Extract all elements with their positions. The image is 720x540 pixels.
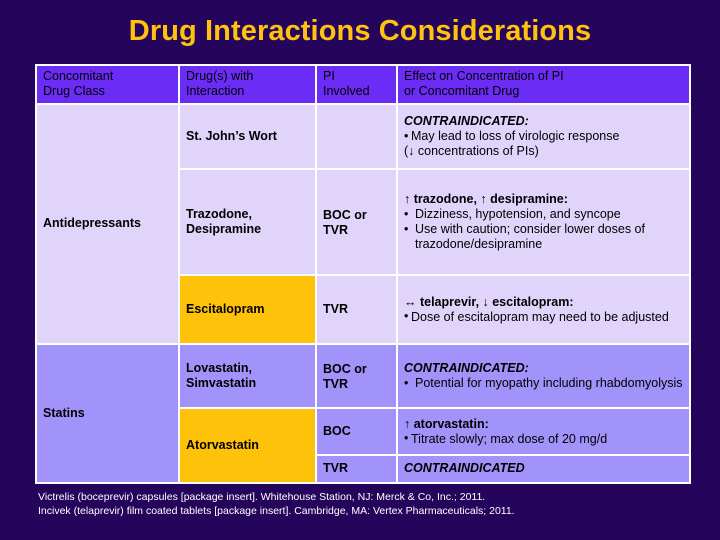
column-header-effect: Effect on Concentration of PI or Concomi… — [398, 66, 689, 103]
cell-drug-trazodone-desipramine-text: Trazodone, Desipramine — [186, 206, 262, 236]
list-item: May lead to loss of virologic response — [404, 129, 684, 144]
reference-line-2: Incivek (telaprevir) film coated tablets… — [38, 505, 515, 517]
column-header-effect-line1: Effect on Concentration of PI — [404, 69, 564, 83]
list-item: Dizziness, hypotension, and syncope — [404, 207, 684, 222]
cell-pi-trazodone-desipramine: BOC or TVR — [317, 170, 396, 274]
effect-bullet-list: Dose of escitalopram may need to be adju… — [404, 309, 684, 325]
effect-bullet-list: Potential for myopathy including rhabdom… — [404, 376, 684, 391]
cell-drug-lovastatin-simvastatin: Lovastatin, Simvastatin — [180, 345, 315, 407]
list-item: Dose of escitalopram may need to be adju… — [404, 309, 684, 325]
table-header-row: Concomitant Drug Class Drug(s) with Inte… — [37, 66, 689, 103]
effect-title: CONTRAINDICATED — [404, 461, 525, 475]
effect-title: ↑ atorvastatin: — [404, 416, 489, 431]
column-header-pi-line2: Involved — [323, 84, 370, 98]
cell-drug-class-antidepressants: Antidepressants — [37, 105, 178, 343]
effect-bullet-list: May lead to loss of virologic response — [404, 129, 684, 144]
slide: Drug Interactions Considerations Concomi… — [0, 0, 720, 540]
column-header-pi-involved: PI Involved — [317, 66, 396, 103]
column-header-drug-class-line2: Drug Class — [43, 84, 105, 98]
cell-effect-lovastatin-simvastatin: CONTRAINDICATED: Potential for myopathy … — [398, 345, 689, 407]
table-row: Statins Lovastatin, Simvastatin BOC or TVR… — [37, 345, 689, 482]
cell-drug-escitalopram-highlighted: Escitalopram — [180, 276, 315, 343]
effect-bullet-list: Titrate slowly; max dose of 20 mg/d — [404, 431, 684, 447]
table-row: Antidepressants St. John’s Wort CONTRAIN… — [37, 105, 689, 343]
column-header-drug-class: Concomitant Drug Class — [37, 66, 178, 103]
drug-interactions-table: Concomitant Drug Class Drug(s) with Inte… — [35, 64, 691, 484]
column-header-effect-line2: or Concomitant Drug — [404, 84, 520, 98]
effect-title: CONTRAINDICATED: — [404, 114, 529, 128]
cell-effect-escitalopram: ↔ telaprevir, ↓ escitalopram: Dose of es… — [398, 276, 689, 343]
cell-effect-atorvastatin: ↑ atorvastatin: Titrate slowly; max dose… — [398, 409, 689, 454]
reference-footnote: Victrelis (boceprevir) capsules [package… — [38, 490, 698, 518]
list-item: Potential for myopathy including rhabdom… — [404, 376, 684, 391]
cell-pi-atorvastatin-boc: BOC — [317, 409, 396, 454]
reference-line-1: Victrelis (boceprevir) capsules [package… — [38, 491, 486, 503]
column-header-drugs-with-interaction: Drug(s) with Interaction — [180, 66, 315, 103]
effect-title: ↑ trazodone, ↑ desipramine: — [404, 192, 568, 206]
column-header-pi-line1: PI — [323, 69, 335, 83]
cell-pi-st-johns-wort — [317, 105, 396, 168]
list-item: Titrate slowly; max dose of 20 mg/d — [404, 431, 684, 447]
cell-effect-st-johns-wort: CONTRAINDICATED: May lead to loss of vir… — [398, 105, 689, 168]
cell-effect-atorvastatin-tvr: CONTRAINDICATED — [398, 456, 689, 482]
cell-pi-lovastatin-simvastatin: BOC or TVR — [317, 345, 396, 407]
column-header-drugs-line2: Interaction — [186, 84, 245, 98]
cell-drug-lovastatin-simvastatin-text: Lovastatin, Simvastatin — [186, 360, 257, 390]
cell-drug-trazodone-desipramine: Trazodone, Desipramine — [180, 170, 315, 274]
list-item: Use with caution; consider lower doses o… — [404, 222, 684, 252]
effect-title: CONTRAINDICATED: — [404, 361, 529, 375]
cell-drug-st-johns-wort: St. John’s Wort — [180, 105, 315, 168]
page-title: Drug Interactions Considerations — [128, 15, 592, 47]
effect-title: ↔ telaprevir, ↓ escitalopram: — [404, 294, 574, 309]
cell-pi-atorvastatin-tvr: TVR — [317, 456, 396, 482]
cell-effect-trazodone-desipramine: ↑ trazodone, ↑ desipramine: Dizziness, h… — [398, 170, 689, 274]
cell-drug-class-statins: Statins — [37, 345, 178, 482]
cell-drug-atorvastatin-highlighted: Atorvastatin — [180, 409, 315, 482]
effect-bullet-list: Dizziness, hypotension, and syncope Use … — [404, 207, 684, 252]
column-header-drug-class-line1: Concomitant — [43, 69, 114, 83]
effect-note: (↓ concentrations of PIs) — [404, 144, 539, 158]
column-header-drugs-line1: Drug(s) with — [186, 69, 254, 83]
cell-pi-escitalopram: TVR — [317, 276, 396, 343]
